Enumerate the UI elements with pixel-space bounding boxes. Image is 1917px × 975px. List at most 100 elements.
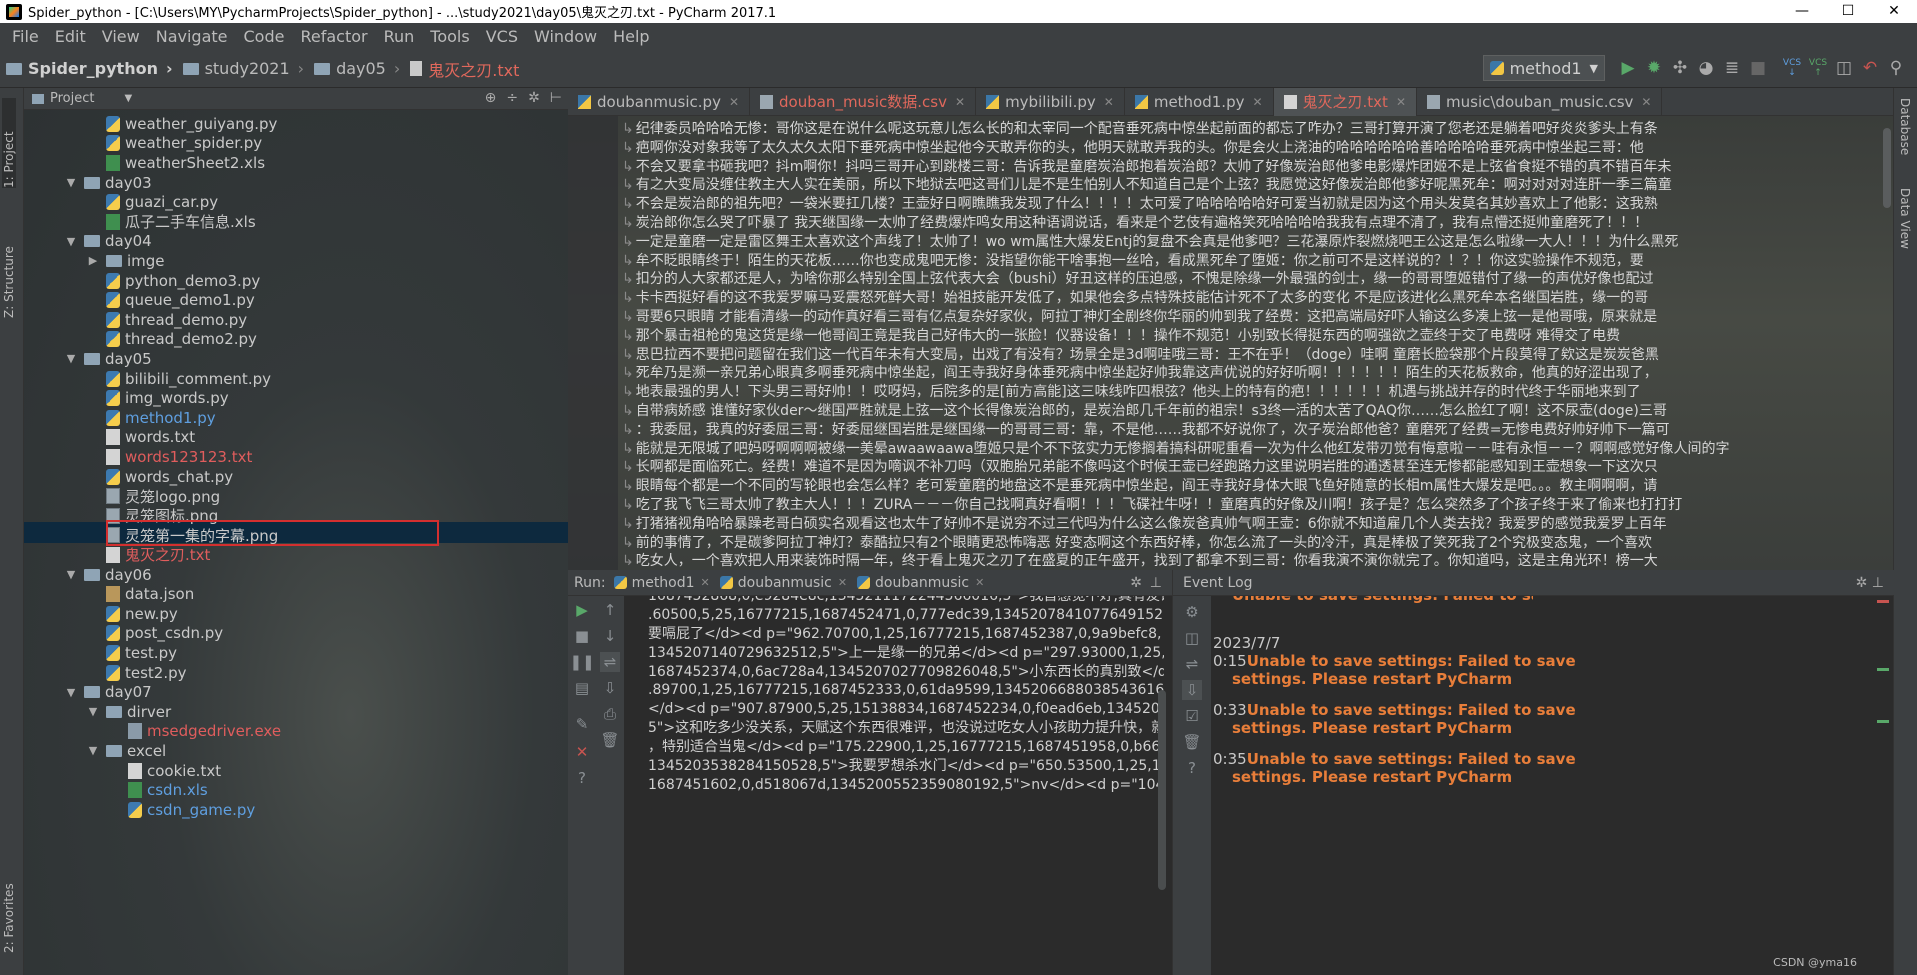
project-view-select[interactable]: Project <box>50 91 94 106</box>
menu-help[interactable]: Help <box>605 27 657 46</box>
menu-window[interactable]: Window <box>526 27 605 46</box>
tree-file[interactable]: 瓜子二手车信息.xls <box>106 212 256 232</box>
tree-file[interactable]: test.py <box>106 643 177 663</box>
clear-icon[interactable]: 🗑 <box>600 730 620 750</box>
data-view-tool-tab[interactable]: Data View <box>1898 188 1912 249</box>
up-arrow-icon[interactable]: ↑ <box>600 600 620 620</box>
tree-file[interactable]: new.py <box>106 604 178 624</box>
tree-file[interactable]: guazi_car.py <box>106 192 218 212</box>
tree-file[interactable]: msedgedriver.exe <box>128 722 281 742</box>
soft-wrap-icon[interactable]: ⇌ <box>1182 654 1202 674</box>
tree-file[interactable]: csdn.xls <box>128 780 208 800</box>
console-scrollbar[interactable] <box>1158 690 1166 890</box>
tree-file[interactable]: words123123.txt <box>106 447 252 467</box>
tree-file[interactable]: words_chat.py <box>106 467 233 487</box>
run-tab-method1[interactable]: method1 ✕ <box>613 575 710 591</box>
editor-tab[interactable]: mybilibili.py ✕ <box>976 88 1125 116</box>
breadcrumb-file[interactable]: 鬼灭之刃.txt <box>410 57 519 81</box>
expanded-arrow-icon[interactable]: ▼ <box>86 705 100 718</box>
tree-folder[interactable]: ▶ imge <box>86 251 165 271</box>
run-tab-doubanmusic[interactable]: doubanmusic ✕ <box>719 575 847 591</box>
close-icon[interactable]: ✕ <box>955 95 965 109</box>
gear-icon[interactable]: ✲ ⊥ <box>1856 575 1884 591</box>
breadcrumb-study2021[interactable]: study2021 › <box>182 59 304 78</box>
menu-refactor[interactable]: Refactor <box>292 27 375 46</box>
tree-folder[interactable]: ▼ day07 <box>64 682 152 702</box>
balloon-icon[interactable]: ◫ <box>1182 628 1202 648</box>
search-icon[interactable]: ⚲ <box>1883 55 1909 81</box>
editor-tab[interactable]: 鬼灭之刃.txt ✕ <box>1273 88 1418 116</box>
help-icon[interactable]: ? <box>1182 758 1202 778</box>
project-tool-tab[interactable]: 1: Project <box>2 98 16 188</box>
rerun-icon[interactable]: ▶ <box>572 600 592 620</box>
tree-file[interactable]: weatherSheet2.xls <box>106 153 265 173</box>
tree-file[interactable]: weather_guiyang.py <box>106 114 277 134</box>
run-configuration-select[interactable]: method1 ▼ <box>1482 55 1605 81</box>
tree-file[interactable]: words.txt <box>106 428 195 448</box>
breadcrumb-day05[interactable]: day05 › <box>314 59 400 78</box>
revert-icon[interactable]: ↶ <box>1857 55 1883 81</box>
tree-file[interactable]: test2.py <box>106 663 187 683</box>
tree-file[interactable]: 鬼灭之刃.txt <box>106 545 210 565</box>
expanded-arrow-icon[interactable]: ▼ <box>64 686 78 699</box>
close-icon[interactable]: ✕ <box>572 742 592 762</box>
tree-file[interactable]: queue_demo1.py <box>106 290 255 310</box>
breadcrumb-project[interactable]: Spider_python › <box>6 59 173 78</box>
tree-file[interactable]: img_words.py <box>106 388 229 408</box>
vcs-commit-icon[interactable]: VCS ↑ <box>1805 55 1831 81</box>
close-icon[interactable]: ✕ <box>1641 95 1651 109</box>
tree-folder[interactable]: ▼ dirver <box>86 702 171 722</box>
pause-icon[interactable]: ❚❚ <box>569 652 594 672</box>
hide-icon[interactable]: ⊢ <box>550 90 562 106</box>
scroll-end-icon[interactable]: ⇩ <box>1182 680 1202 700</box>
close-icon[interactable]: ✕ <box>1396 95 1406 109</box>
tree-folder[interactable]: ▼ day06 <box>64 565 152 585</box>
run-console[interactable]: 1687452868,0,e9284e8c,134521117224456601… <box>624 596 1164 975</box>
tree-file[interactable]: thread_demo.py <box>106 310 247 330</box>
close-icon[interactable]: ✕ <box>1104 95 1114 109</box>
stop-icon[interactable]: ■ <box>1745 55 1771 81</box>
tree-file[interactable]: thread_demo2.py <box>106 330 257 350</box>
menu-file[interactable]: File <box>4 27 47 46</box>
expanded-arrow-icon[interactable]: ▼ <box>86 744 100 757</box>
soft-wrap-icon[interactable]: ⇌ <box>600 652 620 672</box>
help-icon[interactable]: ? <box>572 768 592 788</box>
tree-folder[interactable]: ▼ day03 <box>64 173 152 193</box>
expanded-arrow-icon[interactable]: ▼ <box>64 235 78 248</box>
close-icon[interactable]: ✕ <box>729 95 739 109</box>
tree-file[interactable]: 灵笼logo.png <box>106 486 220 506</box>
build-icon[interactable]: ≣ <box>1719 55 1745 81</box>
tree-file[interactable]: method1.py <box>106 408 216 428</box>
stop-icon[interactable]: ■ <box>572 626 592 646</box>
print-icon[interactable]: ⎙ <box>600 704 620 724</box>
expanded-arrow-icon[interactable]: ▼ <box>64 568 78 581</box>
editor-tab[interactable]: music\douban_music.csv ✕ <box>1417 88 1663 116</box>
tree-file[interactable]: csdn_game.py <box>128 800 255 820</box>
locate-icon[interactable]: ⊕ <box>485 90 497 106</box>
collapse-icon[interactable]: ÷ <box>506 90 518 106</box>
menu-vcs[interactable]: VCS <box>478 27 526 46</box>
gear-icon[interactable]: ✲ <box>528 90 540 106</box>
chevron-down-icon[interactable]: ▼ <box>124 93 132 104</box>
close-button[interactable]: ✕ <box>1871 0 1917 23</box>
tree-file[interactable]: data.json <box>106 584 194 604</box>
collapsed-arrow-icon[interactable]: ▶ <box>86 254 100 267</box>
menu-tools[interactable]: Tools <box>422 27 477 46</box>
tree-file[interactable]: bilibili_comment.py <box>106 369 271 389</box>
tree-file[interactable]: weather_spider.py <box>106 134 262 154</box>
tree-file[interactable]: cookie.txt <box>128 761 221 781</box>
tree-folder[interactable]: ▼ day04 <box>64 232 152 252</box>
editor-tab[interactable]: method1.py ✕ <box>1125 88 1274 116</box>
coverage-icon[interactable]: ✣ <box>1667 55 1693 81</box>
layout-icon[interactable]: ▤ <box>572 678 592 698</box>
close-icon[interactable]: ✕ <box>1252 95 1262 109</box>
gear-icon[interactable]: ✲ <box>1130 575 1142 591</box>
expanded-arrow-icon[interactable]: ▼ <box>64 352 78 365</box>
editor-tab[interactable]: douban_music数据.csv ✕ <box>750 88 977 116</box>
scroll-end-icon[interactable]: ⇩ <box>600 678 620 698</box>
history-icon[interactable]: ◫ <box>1831 55 1857 81</box>
editor-tab[interactable]: doubanmusic.py ✕ <box>568 88 751 116</box>
settings-icon[interactable]: ⚙ <box>1182 602 1202 622</box>
menu-code[interactable]: Code <box>236 27 293 46</box>
vcs-update-icon[interactable]: VCS ↓ <box>1779 55 1805 81</box>
